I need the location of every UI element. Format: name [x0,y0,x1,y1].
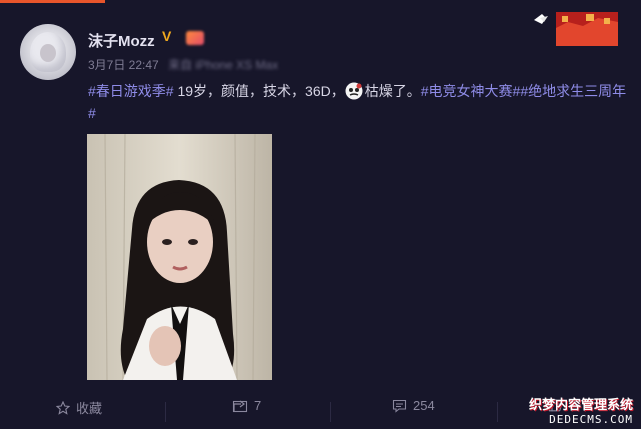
post-source: 来自 iPhone XS Max [168,58,279,72]
post-date[interactable]: 3月7日 22:47 [88,58,159,72]
great-wall-decoration [534,12,618,46]
forward-icon [232,400,248,412]
favorite-button[interactable]: 收藏 [56,398,102,417]
hashtag-link[interactable]: #春日游戏季# [88,83,174,99]
sticker-emoji-icon [345,82,363,100]
watermark: 织梦内容管理系统 DEDECMS.COM [529,394,633,426]
member-badge-icon [186,31,204,45]
username[interactable]: 沫子Mozz [88,30,155,51]
forward-button[interactable]: 7 [232,398,261,413]
avatar[interactable] [20,24,76,80]
avatar-face [40,44,56,62]
star-icon [56,400,70,415]
post-text: 19岁，颜值，技术，36D， [173,83,345,99]
comment-icon [392,399,407,413]
post-meta: 3月7日 22:47 来自 iPhone XS Max [88,56,278,73]
divider [165,402,166,422]
active-tab-indicator [0,0,105,3]
divider [330,402,331,422]
hashtag-link[interactable]: #电竞女神大赛# [421,83,521,99]
comment-button[interactable]: 254 [392,398,435,413]
comment-count: 254 [413,398,435,413]
divider [497,402,498,422]
watermark-line2: DEDECMS.COM [549,413,633,426]
vip-badge-icon: V [162,28,172,44]
favorite-label: 收藏 [76,401,103,416]
forward-count: 7 [254,398,262,413]
post-photo[interactable] [87,134,272,380]
post-body: #春日游戏季# 19岁，颜值，技术，36D， 枯燥了。#电竞女神大赛##绝地求生三… [88,80,628,124]
watermark-line1: 织梦内容管理系统 [528,397,633,412]
post-text: 枯燥了。 [364,83,421,99]
